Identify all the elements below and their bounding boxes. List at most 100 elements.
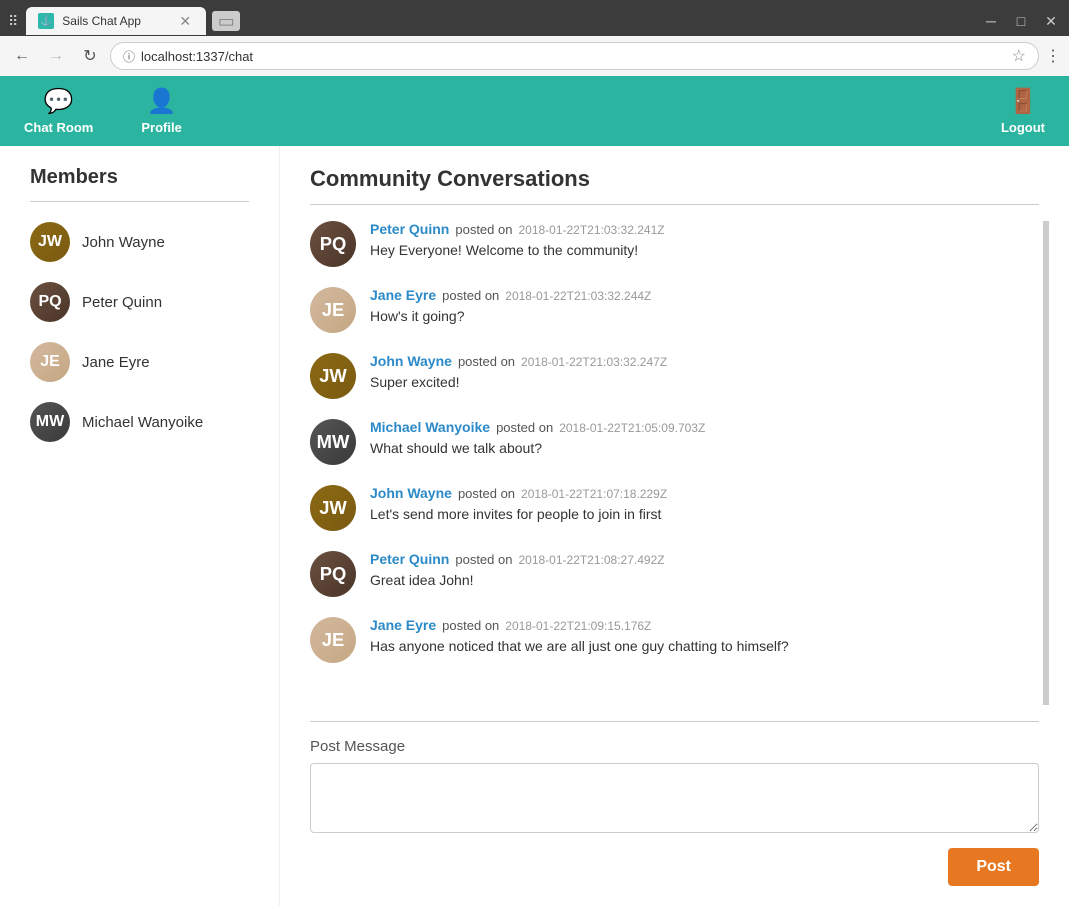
post-section: Post Message Post: [310, 738, 1039, 886]
message-item: PQ Peter Quinn posted on 2018-01-22T21:03:3…: [310, 221, 1033, 267]
close-button[interactable]: ✕: [1037, 11, 1065, 31]
forward-button[interactable]: →: [42, 42, 70, 70]
msg-text: Let's send more invites for people to jo…: [370, 505, 1033, 525]
members-list: JWJohn Wayne PQ Peter Quinn JE Jane Eyre MWMi…: [30, 222, 249, 442]
main-content: Members JWJohn WaynePQPeter QuinnJEJane …: [0, 146, 1069, 906]
msg-timestamp: 2018-01-22T21:03:32.244Z: [505, 289, 651, 303]
profile-nav-item[interactable]: 👤 Profile: [117, 77, 205, 145]
member-name: John Wayne: [82, 234, 165, 251]
msg-body: Jane Eyre posted on 2018-01-22T21:03:32.24…: [370, 287, 1033, 327]
msg-text: What should we talk about?: [370, 439, 1033, 459]
msg-avatar: MW: [310, 419, 356, 465]
msg-header: Peter Quinn posted on 2018-01-22T21:03:32.…: [370, 221, 1033, 237]
msg-header: John Wayne posted on 2018-01-22T21:03:32.2…: [370, 353, 1033, 369]
minimize-button[interactable]: ─: [977, 11, 1005, 31]
msg-avatar: JW: [310, 485, 356, 531]
sidebar: Members JWJohn Wayne PQ Peter Quinn JE Jane …: [0, 146, 280, 906]
maximize-button[interactable]: □: [1007, 11, 1035, 31]
back-button[interactable]: ←: [8, 42, 36, 70]
logout-label: Logout: [1001, 120, 1045, 135]
msg-avatar: JW: [310, 353, 356, 399]
nav-bar: ← → ↻ ⓘ localhost:1337/chat ☆ ⋮: [0, 36, 1069, 76]
member-name: Peter Quinn: [82, 294, 162, 311]
msg-header: John Wayne posted on 2018-01-22T21:07:18.2…: [370, 485, 1033, 501]
msg-author[interactable]: John Wayne: [370, 485, 452, 501]
msg-body: Peter Quinn posted on 2018-01-22T21:03:32.…: [370, 221, 1033, 261]
window-controls: ─ □ ✕: [977, 11, 1069, 31]
msg-text: How's it going?: [370, 307, 1033, 327]
logout-button[interactable]: 🚪 Logout: [977, 77, 1069, 145]
msg-author[interactable]: Peter Quinn: [370, 551, 449, 567]
msg-avatar: PQ: [310, 221, 356, 267]
chat-room-nav-item[interactable]: 💬 Chat Room: [0, 77, 117, 145]
post-message-input[interactable]: [310, 763, 1039, 833]
logout-icon: 🚪: [1008, 87, 1038, 116]
msg-text: Great idea John!: [370, 571, 1033, 591]
messages-container: PQ Peter Quinn posted on 2018-01-22T21:03:3…: [310, 221, 1049, 705]
post-actions: Post: [310, 848, 1039, 886]
chat-room-label: Chat Room: [24, 120, 93, 135]
message-item: JE Jane Eyre posted on 2018-01-22T21:09:15.…: [310, 617, 1033, 663]
msg-timestamp: 2018-01-22T21:07:18.229Z: [521, 487, 667, 501]
msg-timestamp: 2018-01-22T21:09:15.176Z: [505, 619, 651, 633]
address-text: localhost:1337/chat: [141, 49, 1006, 64]
member-item[interactable]: JE Jane Eyre: [30, 342, 249, 382]
msg-author[interactable]: Jane Eyre: [370, 617, 436, 633]
msg-posted-label: posted on: [458, 354, 515, 369]
msg-header: Jane Eyre posted on 2018-01-22T21:03:32.24…: [370, 287, 1033, 303]
more-options-icon[interactable]: ⋮: [1045, 46, 1061, 66]
tab-favicon: ⚓: [38, 13, 54, 29]
msg-text: Super excited!: [370, 373, 1033, 393]
app-wrapper: 💬 Chat Room 👤 Profile 🚪 Logout Members J…: [0, 76, 1069, 906]
msg-author[interactable]: Peter Quinn: [370, 221, 449, 237]
member-avatar: PQ: [30, 282, 70, 322]
msg-author[interactable]: John Wayne: [370, 353, 452, 369]
member-item[interactable]: MWMichael Wanyoike: [30, 402, 249, 442]
msg-posted-label: posted on: [442, 618, 499, 633]
tab-title: Sails Chat App: [62, 14, 168, 28]
msg-posted-label: posted on: [458, 486, 515, 501]
msg-body: Peter Quinnposted on2018-01-22T21:08:27.…: [370, 551, 1033, 591]
member-avatar: JE: [30, 342, 70, 382]
msg-timestamp: 2018-01-22T21:03:32.241Z: [518, 223, 664, 237]
msg-posted-label: posted on: [496, 420, 553, 435]
msg-posted-label: posted on: [455, 552, 512, 567]
profile-label: Profile: [141, 120, 181, 135]
msg-header: Michael Wanyoike posted on 2018-01-22T21:0…: [370, 419, 1033, 435]
msg-timestamp: 2018-01-22T21:05:09.703Z: [559, 421, 705, 435]
msg-posted-label: posted on: [442, 288, 499, 303]
nav-items: 💬 Chat Room 👤 Profile: [0, 77, 206, 145]
member-name: Michael Wanyoike: [82, 414, 203, 431]
msg-body: John Wayne posted on 2018-01-22T21:03:32.2…: [370, 353, 1033, 393]
message-item: JW John Wayne posted on 2018-01-22T21:07:18…: [310, 485, 1033, 531]
member-item[interactable]: PQ Peter Quinn: [30, 282, 249, 322]
msg-text: Has anyone noticed that we are all just …: [370, 637, 1033, 657]
message-item: MW Michael Wanyoike posted on 2018-01-22T21…: [310, 419, 1033, 465]
msg-posted-label: posted on: [455, 222, 512, 237]
msg-text: Hey Everyone! Welcome to the community!: [370, 241, 1033, 261]
msg-header: Peter Quinnposted on2018-01-22T21:08:27.…: [370, 551, 1033, 567]
message-item: PQPeter Quinnposted on2018-01-22T21:08:2…: [310, 551, 1033, 597]
tab-close-button[interactable]: ✕: [176, 12, 194, 30]
new-tab-button[interactable]: ▭: [212, 11, 240, 31]
reload-button[interactable]: ↻: [76, 42, 104, 70]
browser-chrome: ⠿ ⚓ Sails Chat App ✕ ▭ ─ □ ✕ ← → ↻ ⓘ loc…: [0, 0, 1069, 76]
bookmark-icon[interactable]: ☆: [1012, 46, 1026, 66]
message-item: JEJane Eyreposted on2018-01-22T21:03:32.…: [310, 287, 1033, 333]
member-name: Jane Eyre: [82, 354, 150, 371]
secure-icon: ⓘ: [123, 48, 135, 65]
tab-controls-left: ⠿: [0, 13, 26, 30]
msg-body: Michael Wanyoike posted on 2018-01-22T21:0…: [370, 419, 1033, 459]
tab-list-icon[interactable]: ⠿: [8, 13, 18, 30]
msg-author[interactable]: Jane Eyre: [370, 287, 436, 303]
bottom-divider: [310, 721, 1039, 722]
msg-timestamp: 2018-01-22T21:03:32.247Z: [521, 355, 667, 369]
member-item[interactable]: JWJohn Wayne: [30, 222, 249, 262]
msg-author[interactable]: Michael Wanyoike: [370, 419, 490, 435]
post-button[interactable]: Post: [948, 848, 1039, 886]
msg-body: Jane Eyre posted on 2018-01-22T21:09:15.17…: [370, 617, 1033, 657]
address-bar[interactable]: ⓘ localhost:1337/chat ☆: [110, 42, 1039, 70]
members-title: Members: [30, 166, 249, 189]
active-tab[interactable]: ⚓ Sails Chat App ✕: [26, 7, 206, 35]
msg-avatar: JE: [310, 617, 356, 663]
